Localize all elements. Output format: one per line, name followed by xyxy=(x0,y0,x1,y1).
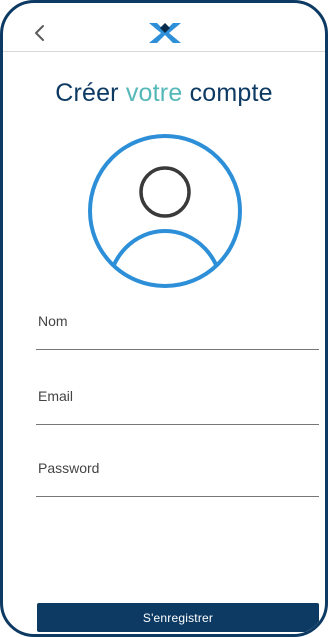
page-title: Créer votre compte xyxy=(3,79,325,108)
email-field: Email xyxy=(36,384,319,425)
title-part-1: Créer xyxy=(55,79,126,107)
phone-frame: Créer votre compte Nom Email Password S'… xyxy=(0,0,328,637)
name-input[interactable] xyxy=(36,309,319,349)
email-input[interactable] xyxy=(36,384,319,424)
title-part-2: compte xyxy=(182,79,273,107)
user-avatar-icon xyxy=(88,134,242,288)
password-input[interactable] xyxy=(36,456,319,496)
app-logo xyxy=(147,20,183,46)
avatar xyxy=(87,125,243,295)
register-button[interactable]: S'enregistrer xyxy=(37,603,319,632)
x-diamond-logo xyxy=(149,23,181,43)
title-highlight: votre xyxy=(125,79,183,107)
chevron-left-icon xyxy=(35,25,44,41)
back-button[interactable] xyxy=(30,21,50,45)
password-field: Password xyxy=(36,456,319,497)
top-bar xyxy=(3,3,325,52)
name-field: Nom xyxy=(36,309,319,350)
